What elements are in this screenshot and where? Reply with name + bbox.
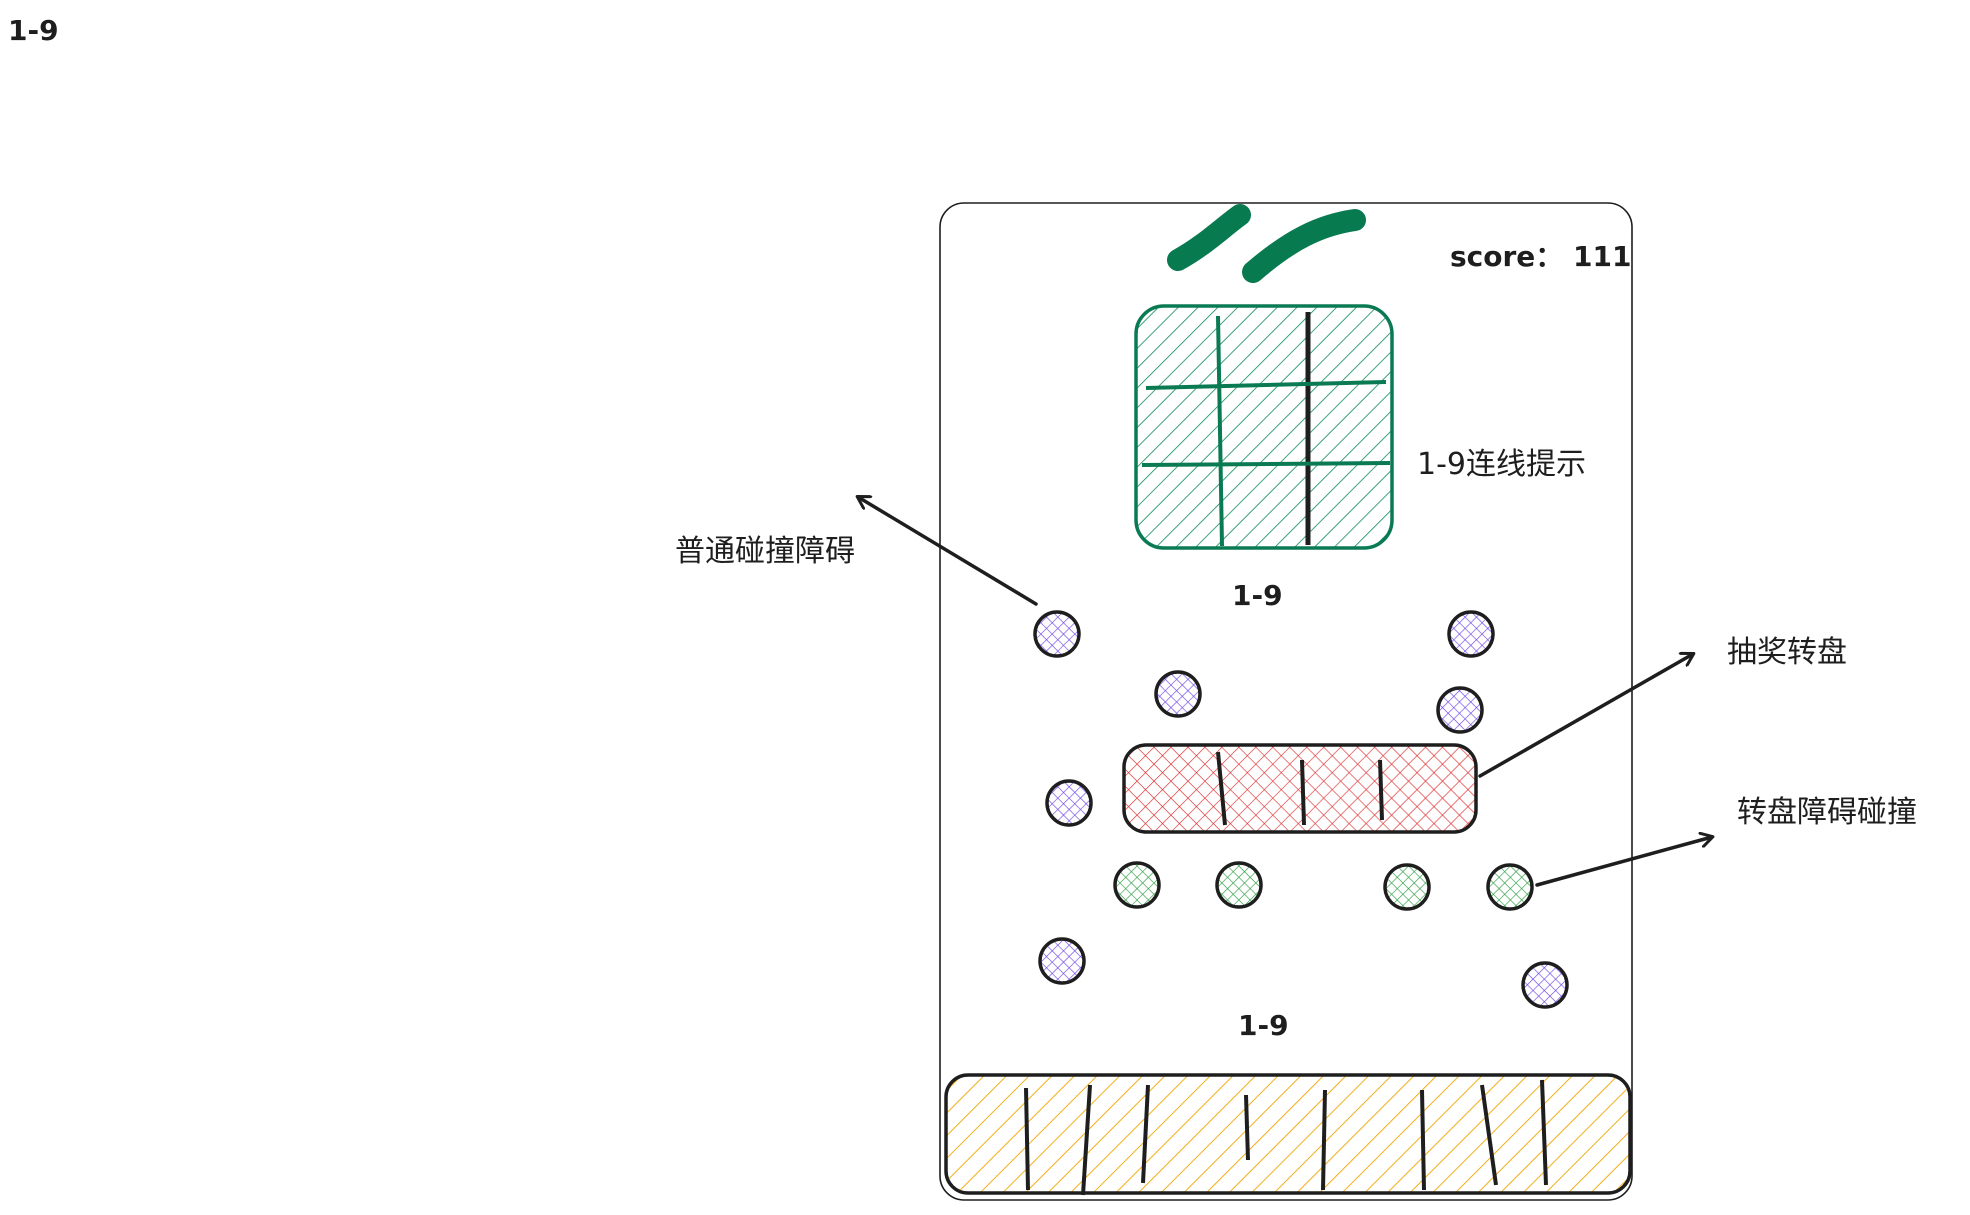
wheel-obstacles <box>1113 861 1534 911</box>
lottery-wheel-arrow <box>1478 654 1693 778</box>
normal-obstacle <box>1447 610 1495 658</box>
score-text: score： 111 <box>1450 240 1632 273</box>
wheel-obstacle <box>1486 863 1534 911</box>
diagram-canvas: 1-9 score： 111 1-9连线提示 1-9 1-9 普通碰撞障碍 抽奖… <box>8 14 1917 1201</box>
normal-obstacle <box>1436 686 1484 734</box>
grid-line <box>1141 461 1391 467</box>
upper-number-label: 1-9 <box>1232 579 1283 612</box>
logo-icon <box>1167 204 1366 283</box>
grid-hint-label: 1-9连线提示 <box>1417 447 1586 482</box>
wheel-divider <box>1378 759 1384 821</box>
wheel-obstacle <box>1215 861 1263 909</box>
grid-hint-box <box>1134 304 1394 550</box>
wheel-obstacle <box>1113 861 1161 909</box>
slot-divider <box>1244 1094 1250 1161</box>
normal-obstacle <box>1038 937 1086 985</box>
game-board: score： 111 1-9连线提示 1-9 1-9 <box>939 202 1633 1201</box>
slot-bar <box>944 1073 1632 1196</box>
normal-obstacle <box>1154 670 1202 718</box>
grid-hint-panel <box>1134 304 1394 550</box>
normal-obstacle-label: 普通碰撞障碍 <box>675 534 855 569</box>
normal-obstacle <box>1045 779 1093 827</box>
lottery-wheel[interactable] <box>1122 743 1478 834</box>
slot-bar-body <box>944 1073 1632 1195</box>
wheel-body <box>1122 743 1478 834</box>
corner-label: 1-9 <box>8 14 59 47</box>
slot-divider <box>1420 1089 1426 1191</box>
wheel-divider <box>1300 759 1306 826</box>
slot-divider <box>1321 1089 1327 1191</box>
lottery-wheel-label: 抽奖转盘 <box>1727 635 1847 670</box>
normal-obstacle <box>1033 610 1081 658</box>
normal-obstacle <box>1521 961 1569 1009</box>
normal-obstacle-arrow <box>858 497 1038 606</box>
wheel-obstacle <box>1383 863 1431 911</box>
slot-divider <box>1024 1087 1030 1191</box>
lower-number-label: 1-9 <box>1238 1009 1289 1042</box>
wheel-obstacle-arrow <box>1535 837 1712 887</box>
wheel-obstacle-label: 转盘障碍碰撞 <box>1737 795 1917 830</box>
